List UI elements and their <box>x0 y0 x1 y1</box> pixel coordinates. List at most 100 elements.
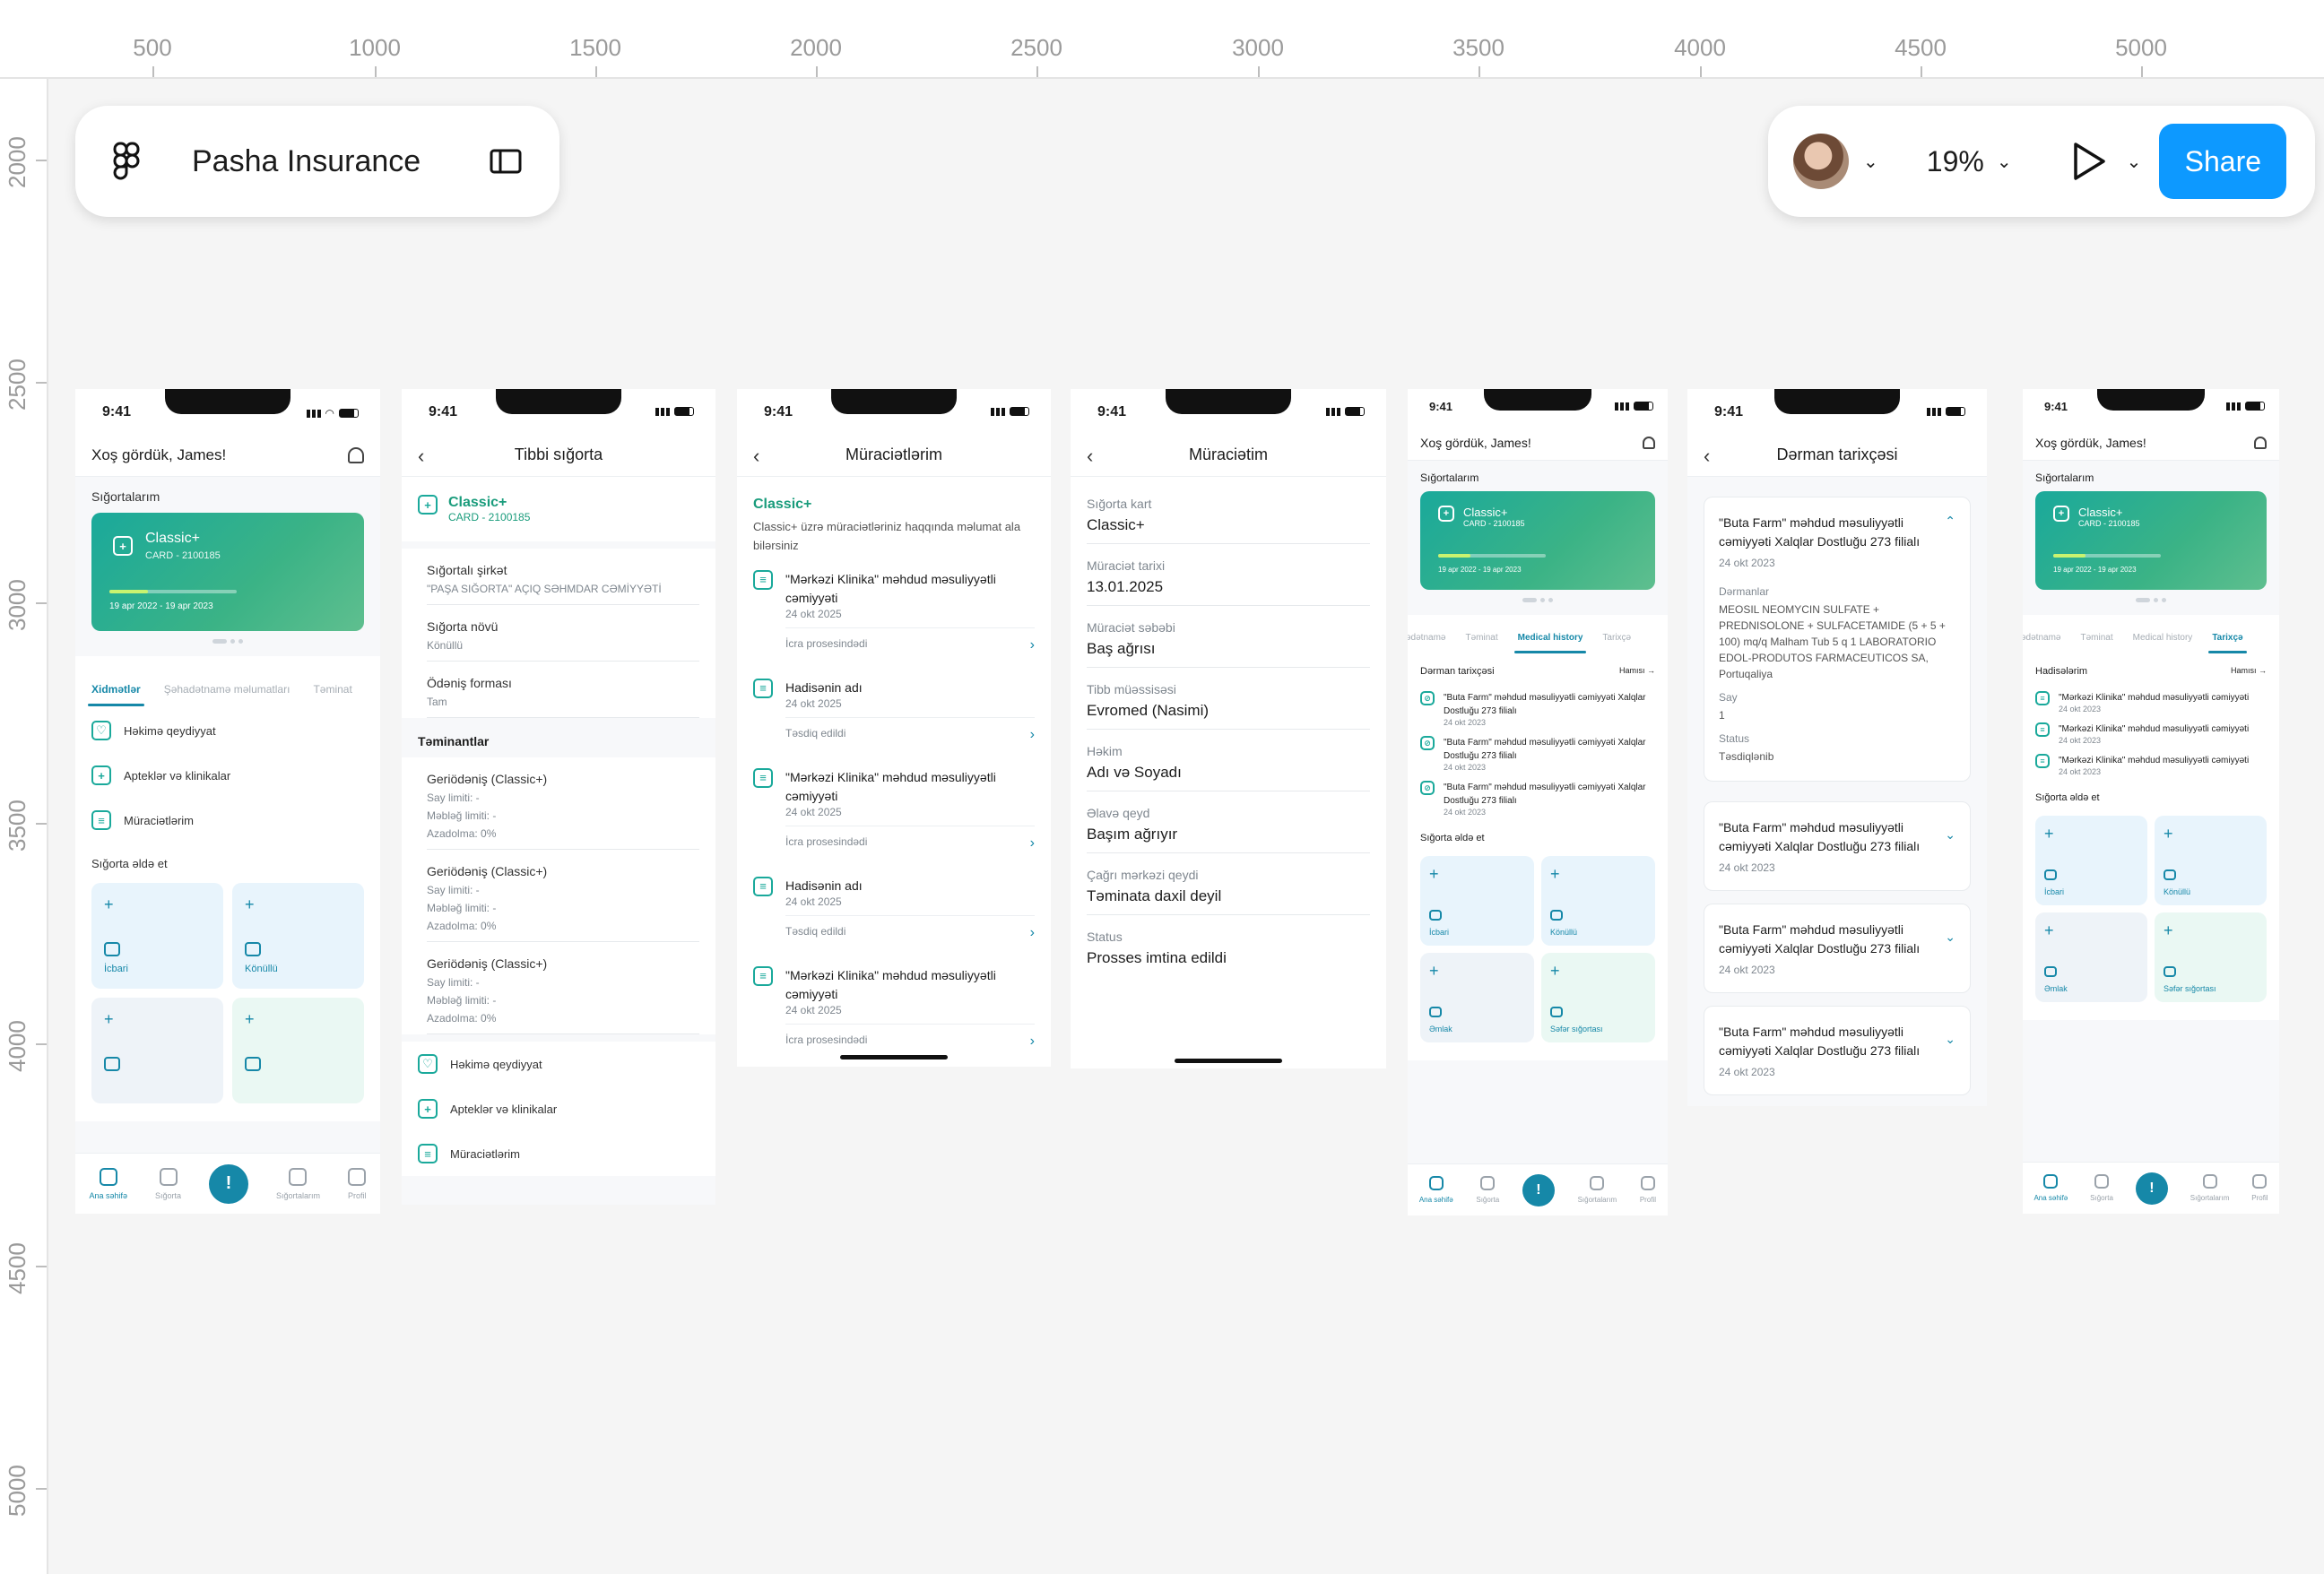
tab-certificate[interactable]: Şəhadətnamə məlumatları <box>164 683 290 696</box>
tile-travel[interactable]: + <box>232 998 364 1103</box>
nav-profile[interactable]: Profil <box>1640 1176 1656 1204</box>
frame-home[interactable]: 9:41 ◠ Xoş gördük, James! Sığortalarım + C… <box>75 389 380 1214</box>
tab-coverage[interactable]: Təminat <box>313 683 351 696</box>
insurance-card[interactable]: + Classic+ CARD - 2100185 19 apr 2022 - 19… <box>2035 491 2267 590</box>
chevron-down-icon[interactable]: ⌄ <box>1863 151 1878 173</box>
ruler-label: 3500 <box>4 800 30 852</box>
coverage-item[interactable]: Geriödəniş (Classic+) Say limiti: - Məbləğ… <box>427 850 699 942</box>
tile-mandatory[interactable]: + İcbari <box>2035 816 2147 905</box>
request-item[interactable]: ≡ "Mərkəzi Klinika" məhdud məsuliyyətli c… <box>753 556 1035 664</box>
nav-emergency[interactable]: ! <box>1522 1173 1555 1206</box>
insurance-card[interactable]: + Classic+ CARD - 2100185 19 apr 2022 - 19… <box>1420 491 1655 590</box>
tile-voluntary[interactable]: + Könüllü <box>232 883 364 989</box>
service-doctor[interactable]: ♡ Həkimə qeydiyyat <box>418 1042 699 1086</box>
chevron-down-icon[interactable]: ⌄ <box>1997 151 2012 173</box>
frame-drug-history[interactable]: 9:41 ‹ Dərman tarixçəsi "Buta Farm" məhdu… <box>1687 389 1987 1106</box>
frame-home-medical-history[interactable]: 9:41 Xoş gördük, James! Sığortalarım + Cl… <box>1408 389 1668 1215</box>
nav-home[interactable]: Ana səhifə <box>1419 1176 1453 1204</box>
back-icon[interactable]: ‹ <box>418 445 424 468</box>
nav-profile[interactable]: Profil <box>348 1167 366 1200</box>
drug-accordion[interactable]: "Buta Farm" məhdud məsuliyyətli cəmiyyət… <box>1704 1006 1971 1095</box>
back-icon[interactable]: ‹ <box>753 445 759 468</box>
tab-history[interactable]: Tarixçə <box>1602 633 1631 643</box>
coverage-item[interactable]: Geriödəniş (Classic+) Say limiti: - Məbləğ… <box>427 757 699 850</box>
service-requests[interactable]: ≡ Müraciətlərim <box>418 1131 699 1176</box>
history-item[interactable]: ≡ "Mərkəzi Klinika" məhdud məsuliyyətli c… <box>2035 682 2267 713</box>
ruler-label: 2500 <box>1010 34 1062 61</box>
drug-accordion[interactable]: "Buta Farm" məhdud məsuliyyətli cəmiyyət… <box>1704 801 1971 891</box>
frame-request-detail[interactable]: 9:41 ‹ Müraciətim Sığorta kart Classic+ Mü… <box>1071 389 1386 1068</box>
nav-my-insurances[interactable]: Sığortalarım <box>276 1167 320 1200</box>
nav-my-insurances[interactable]: Sığortalarım <box>1578 1176 1617 1204</box>
history-item[interactable]: ≡ "Mərkəzi Klinika" məhdud məsuliyyətli c… <box>2035 745 2267 776</box>
pill-icon: ⊘ <box>1420 736 1435 750</box>
request-item[interactable]: ≡ "Mərkəzi Klinika" məhdud məsuliyyətli c… <box>753 952 1035 1060</box>
tab-history[interactable]: Tarixçə <box>2208 633 2247 653</box>
tile-property[interactable]: + Əmlak <box>2035 912 2147 1002</box>
chevron-down-icon: ⌄ <box>1945 1032 1955 1046</box>
share-button[interactable]: Share <box>2159 124 2287 199</box>
request-item[interactable]: ≡ Hadisənin adı 24 okt 2025 Təsdiq edildi › <box>753 862 1035 952</box>
tile-property[interactable]: + Əmlak <box>1420 953 1534 1042</box>
request-item[interactable]: ≡ Hadisənin adı 24 okt 2025 Təsdiq edildi › <box>753 664 1035 754</box>
tile-property[interactable]: + <box>91 998 223 1103</box>
back-icon[interactable]: ‹ <box>1704 445 1710 468</box>
request-item[interactable]: ≡ "Mərkəzi Klinika" məhdud məsuliyyətli c… <box>753 754 1035 862</box>
drug-item[interactable]: ⊘ "Buta Farm" məhdud məsuliyyətli cəmiyyə… <box>1420 772 1655 817</box>
tab-coverage[interactable]: Təminat <box>2080 633 2112 643</box>
play-icon[interactable] <box>2071 141 2107 182</box>
drug-item[interactable]: ⊘ "Buta Farm" məhdud məsuliyyətli cəmiyyə… <box>1420 727 1655 772</box>
sidebar-toggle-icon[interactable] <box>490 149 522 174</box>
tile-voluntary[interactable]: + Könüllü <box>1541 856 1655 946</box>
service-doctor[interactable]: ♡ Həkimə qeydiyyat <box>91 708 364 753</box>
nav-profile[interactable]: Profil <box>2251 1174 2268 1202</box>
tile-mandatory[interactable]: + İcbari <box>1420 856 1534 946</box>
tab-medical-history[interactable]: Medical history <box>1513 633 1587 653</box>
history-item[interactable]: ≡ "Mərkəzi Klinika" məhdud məsuliyyətli c… <box>2035 713 2267 745</box>
coverage-item[interactable]: Geriödəniş (Classic+) Say limiti: - Məbləğ… <box>427 942 699 1034</box>
frame-requests[interactable]: 9:41 ‹ Müraciətlərim Classic+ Classic+ üz… <box>737 389 1051 1067</box>
project-title[interactable]: Pasha Insurance <box>192 144 490 179</box>
bell-icon[interactable] <box>1643 436 1655 449</box>
nav-emergency[interactable]: ! <box>2135 1172 2168 1205</box>
tab-services[interactable]: Xidmətlər <box>88 683 144 706</box>
clipboard-icon: ≡ <box>753 876 773 896</box>
tab-certificate[interactable]: ədətnamə <box>2023 633 2060 643</box>
service-pharmacy[interactable]: + Apteklər və klinikalar <box>91 753 364 798</box>
tab-medical-history[interactable]: Medical history <box>2133 633 2193 643</box>
drug-accordion-open[interactable]: "Buta Farm" məhdud məsuliyyətli cəmiyyət… <box>1704 497 1971 782</box>
section-title: Hadisələrim <box>2035 666 2088 677</box>
service-pharmacy[interactable]: + Apteklər və klinikalar <box>418 1086 699 1131</box>
tile-travel[interactable]: + Səfər sığortası <box>1541 953 1655 1042</box>
tile-travel[interactable]: + Səfər sığortası <box>2155 912 2267 1002</box>
tab-certificate[interactable]: ədətnamə <box>1408 633 1445 643</box>
bell-icon[interactable] <box>348 446 364 463</box>
avatar[interactable] <box>1793 134 1849 189</box>
figma-logo-icon[interactable] <box>113 142 140 181</box>
bell-icon[interactable] <box>2254 436 2267 449</box>
zoom-level[interactable]: 19% <box>1927 145 1984 178</box>
nav-my-insurances[interactable]: Sığortalarım <box>2190 1174 2229 1202</box>
ruler-label: 4500 <box>4 1242 30 1294</box>
nav-home[interactable]: Ana səhifə <box>2034 1174 2068 1202</box>
car-icon <box>245 942 261 956</box>
frame-home-history[interactable]: 9:41 Xoş gördük, James! Sığortalarım + Cl… <box>2023 389 2279 1214</box>
tab-coverage[interactable]: Təminat <box>1465 633 1497 643</box>
tile-mandatory[interactable]: + İcbari <box>91 883 223 989</box>
nav-insurance[interactable]: Sığorta <box>2090 1174 2113 1202</box>
nav-insurance[interactable]: Sığorta <box>1476 1176 1499 1204</box>
insurance-card[interactable]: + Classic+ CARD - 2100185 19 apr 2022 - 19… <box>91 513 364 631</box>
nav-emergency[interactable]: ! <box>208 1163 248 1204</box>
figma-canvas[interactable]: 500 1000 1500 2000 2500 3000 3500 4000 4… <box>0 0 2324 1574</box>
drug-accordion[interactable]: "Buta Farm" məhdud məsuliyyətli cəmiyyət… <box>1704 904 1971 993</box>
tile-voluntary[interactable]: + Könüllü <box>2155 816 2267 905</box>
frame-medical[interactable]: 9:41 ‹ Tibbi sığorta + Classic+ CARD - 2100… <box>402 389 715 1205</box>
chevron-down-icon[interactable]: ⌄ <box>2127 151 2142 173</box>
see-all-link[interactable]: Hamısı → <box>2231 666 2267 677</box>
drug-item[interactable]: ⊘ "Buta Farm" məhdud məsuliyyətli cəmiyyə… <box>1420 682 1655 727</box>
see-all-link[interactable]: Hamısı → <box>1619 666 1655 677</box>
nav-home[interactable]: Ana səhifə <box>89 1167 127 1200</box>
service-requests[interactable]: ≡ Müraciətlərim <box>91 798 364 843</box>
back-icon[interactable]: ‹ <box>1087 445 1093 468</box>
nav-insurance[interactable]: Sığorta <box>155 1167 181 1200</box>
